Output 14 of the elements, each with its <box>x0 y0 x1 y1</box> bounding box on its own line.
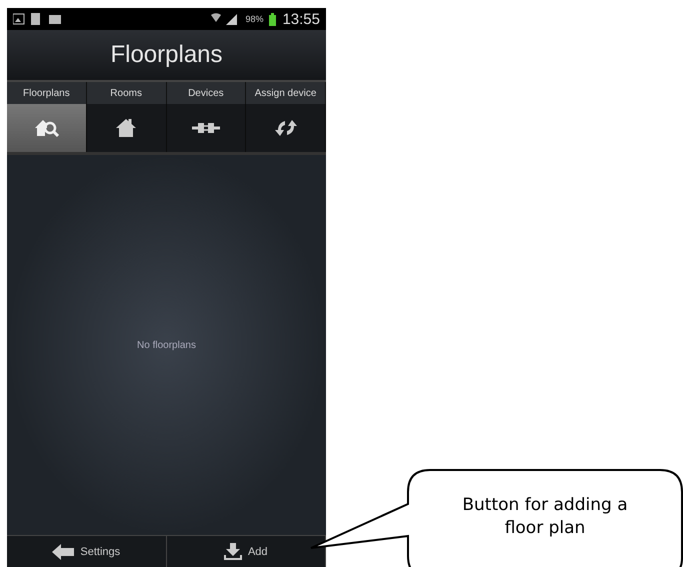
house-icon <box>115 118 138 138</box>
back-arrow-icon <box>52 544 74 560</box>
battery-icon <box>269 12 276 26</box>
plug-icon <box>192 121 220 135</box>
download-tray-icon <box>224 542 242 560</box>
battery-percent: 98% <box>245 14 264 24</box>
sync-arrows-icon <box>274 118 298 138</box>
signal-icon <box>209 13 240 25</box>
clock: 13:55 <box>282 10 320 28</box>
empty-message: No floorplans <box>137 340 196 350</box>
callout-text: Button for adding a floor plan <box>461 494 629 540</box>
house-magnifier-icon <box>33 118 60 138</box>
screen-title: Floorplans <box>110 41 223 69</box>
tab[interactable] <box>7 104 87 152</box>
